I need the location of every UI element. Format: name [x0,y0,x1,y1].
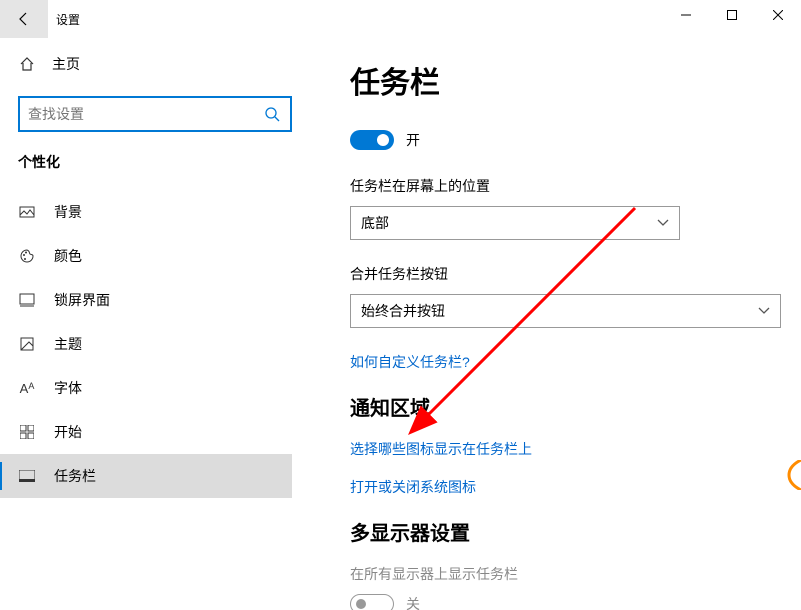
font-icon: AA [18,381,36,396]
combine-label: 合并任务栏按钮 [350,264,781,284]
sidebar-item-label: 背景 [54,202,82,222]
home-label: 主页 [52,54,80,74]
chevron-down-icon [657,216,669,230]
palette-icon [18,248,36,264]
sidebar-item-themes[interactable]: 主题 [0,322,292,366]
toggle-switch[interactable] [350,130,394,150]
notif-heading: 通知区域 [350,392,781,421]
sidebar-item-label: 任务栏 [54,466,96,486]
sidebar-item-label: 颜色 [54,246,82,266]
select-icons-link[interactable]: 选择哪些图标显示在任务栏上 [350,439,781,459]
sidebar: 主页 个性化 背景 颜色 锁屏界面 主题 [0,38,310,610]
page-title: 任务栏 [350,58,781,102]
app-title: 设置 [48,11,80,28]
sidebar-item-lockscreen[interactable]: 锁屏界面 [0,278,292,322]
combine-dropdown[interactable]: 始终合并按钮 [350,294,781,328]
lockscreen-icon [18,292,36,308]
sidebar-item-start[interactable]: 开始 [0,410,292,454]
all-monitors-toggle[interactable] [350,594,394,610]
system-icons-link[interactable]: 打开或关闭系统图标 [350,477,781,497]
combine-value: 始终合并按钮 [361,301,445,321]
sidebar-item-fonts[interactable]: AA 字体 [0,366,292,410]
all-monitors-state: 关 [406,594,420,610]
sidebar-item-taskbar[interactable]: 任务栏 [0,454,292,498]
customize-link[interactable]: 如何自定义任务栏? [350,352,781,372]
sidebar-item-label: 开始 [54,422,82,442]
search-input[interactable] [28,106,262,122]
overlay-icon [785,460,801,490]
content-area: 任务栏 开 任务栏在屏幕上的位置 底部 合并任务栏按钮 始终合并按钮 如何自定义… [310,38,801,610]
search-box[interactable] [18,96,292,132]
home-link[interactable]: 主页 [18,44,292,84]
toggle-state: 开 [406,130,420,150]
sidebar-item-label: 字体 [54,378,82,398]
sidebar-item-label: 锁屏界面 [54,290,110,310]
multi-monitor-heading: 多显示器设置 [350,517,781,546]
close-button[interactable] [755,0,801,30]
back-button[interactable] [0,0,48,38]
chevron-down-icon [758,304,770,318]
position-value: 底部 [361,213,389,233]
search-icon [262,106,282,122]
start-icon [18,425,36,439]
annotation-arrow [310,38,770,538]
minimize-button[interactable] [663,0,709,30]
position-dropdown[interactable]: 底部 [350,206,680,240]
sidebar-item-label: 主题 [54,334,82,354]
position-label: 任务栏在屏幕上的位置 [350,176,781,196]
sidebar-item-colors[interactable]: 颜色 [0,234,292,278]
all-monitors-label: 在所有显示器上显示任务栏 [350,564,781,584]
image-icon [18,204,36,220]
themes-icon [18,336,36,352]
taskbar-icon [18,470,36,482]
home-icon [18,56,36,72]
maximize-button[interactable] [709,0,755,30]
sidebar-section: 个性化 [18,152,292,172]
sidebar-item-background[interactable]: 背景 [0,190,292,234]
